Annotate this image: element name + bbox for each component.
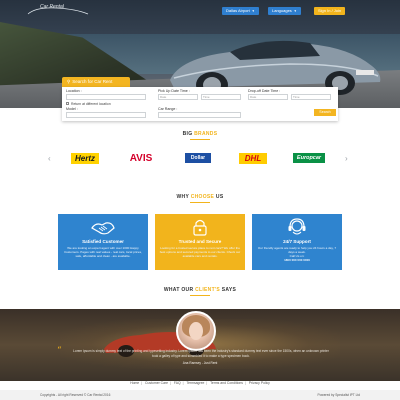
why-title-support: 24/7 Support: [283, 239, 311, 244]
brands-heading-accent: BRANDS: [194, 131, 218, 137]
why-desc-support: Our friendly agents are ready to help yo…: [256, 246, 338, 262]
handshake-icon: [91, 222, 115, 235]
dropoff-date-field[interactable]: Date: [248, 94, 288, 100]
search-tab: ⚲ Search for Car Rent: [62, 77, 130, 87]
testimonial-heading-end: SAYS: [221, 287, 237, 293]
brand-name-dollar: Dollar: [184, 153, 212, 163]
footer-link-terms[interactable]: Terms and Conditions: [210, 381, 243, 385]
why-desc-satisfied: We are looking an expert agent with over…: [64, 246, 142, 258]
car-range-select[interactable]: [158, 112, 241, 118]
language-dropdown-button[interactable]: Languages ▼: [268, 7, 301, 15]
footer-sep: |: [206, 381, 208, 385]
testimonial-author: Ana Ramsey - Just Rent: [182, 361, 218, 365]
brands-next-arrow[interactable]: ›: [345, 154, 348, 163]
lock-icon: [193, 219, 207, 236]
why-heading: WHY CHOOSE US: [0, 194, 400, 200]
footer-sep: |: [244, 381, 246, 385]
dropoff-time-field[interactable]: Time: [291, 94, 331, 100]
brand-name-europcar: Europcar: [292, 153, 326, 163]
search-icon: ⚲: [67, 79, 71, 84]
quote-icon: “: [57, 346, 62, 356]
brand-name-dhl: DHL: [238, 152, 268, 164]
return-different-checkbox[interactable]: [66, 102, 69, 105]
why-heading-plain: WHY: [176, 194, 190, 200]
footer-sep: |: [170, 381, 171, 385]
brand-name-avis: AVIS: [129, 152, 153, 164]
headset-icon: [288, 218, 306, 235]
chevron-down-icon: ▼: [293, 9, 297, 13]
footer-link-termsagree[interactable]: Termsagree: [186, 381, 204, 385]
airport-dropdown-button[interactable]: Dallas Airport ▼: [222, 7, 259, 15]
brands-heading: BIG BRANDS: [0, 131, 400, 137]
search-button[interactable]: Search: [314, 109, 336, 116]
testimonial-heading: WHAT OUR CLIENT'S SAYS: [0, 287, 400, 293]
avatar-face: [189, 322, 203, 340]
testimonial-avatar: [176, 311, 216, 351]
location-field[interactable]: [66, 94, 146, 100]
support-phone-number[interactable]: 1800 000 000 0000: [256, 258, 338, 262]
testimonial-heading-accent: CLIENT'S: [195, 287, 221, 293]
signin-button[interactable]: Sign In / Join: [314, 7, 346, 15]
model-label: Model :: [66, 107, 78, 111]
brand-name-hertz: Hertz: [70, 152, 99, 164]
brands-heading-plain: BIG: [182, 131, 193, 137]
footer-link-customer-care[interactable]: Customer Care: [145, 381, 168, 385]
why-heading-underline: [190, 202, 210, 203]
footer-link-home[interactable]: Home: [130, 381, 139, 385]
support-desc-text: Our friendly agents are ready to help yo…: [257, 246, 337, 254]
language-label: Languages: [272, 8, 292, 13]
testimonial-heading-plain: WHAT OUR: [163, 287, 194, 293]
brand-logo-dollar[interactable]: Dollar: [175, 151, 221, 165]
pickup-date-field[interactable]: Date: [158, 94, 198, 100]
testimonial-quote: Lorem ipsum is simply dummy text of the …: [73, 349, 329, 358]
brand-logo-europcar[interactable]: Europcar: [286, 151, 332, 165]
footer-copyright: Copyrights - All right Reserved © Car Re…: [40, 393, 111, 397]
pickup-time-field[interactable]: Time: [201, 94, 241, 100]
footer-powered-by: Powered by Specialist IPT Ltd: [317, 393, 360, 397]
footer-link-privacy[interactable]: Privacy Policy: [249, 381, 270, 385]
brands-prev-arrow[interactable]: ‹: [48, 154, 51, 163]
footer-bar: Copyrights - All right Reserved © Car Re…: [0, 390, 400, 400]
testimonial-heading-underline: [190, 295, 210, 296]
brand-logo-hertz[interactable]: Hertz: [62, 151, 108, 165]
why-title-trusted: Trusted and Secure: [178, 239, 222, 244]
airport-label: Dallas Airport: [226, 8, 250, 13]
chevron-down-icon: ▼: [251, 9, 255, 13]
brands-heading-underline: [190, 139, 210, 140]
car-range-label: Car Range :: [158, 107, 178, 111]
search-tab-label: Search for Car Rent: [72, 79, 113, 84]
why-title-satisfied: Satisfied Customer: [82, 239, 124, 244]
brand-logo-dhl[interactable]: DHL: [230, 151, 276, 165]
why-box-support: 24/7 Support Our friendly agents are rea…: [252, 214, 342, 270]
model-select[interactable]: [66, 112, 146, 118]
return-different-label: Return at different location: [71, 101, 111, 106]
dropoff-label: Drop-off Date Time :: [248, 89, 281, 93]
location-label: Location :: [66, 89, 82, 93]
footer-sep: |: [141, 381, 143, 385]
brand-logo-avis[interactable]: AVIS: [118, 151, 164, 165]
footer-links: Home | Customer Care | FAQ | Termsagree | Te…: [0, 381, 400, 385]
footer-link-faq[interactable]: FAQ: [174, 381, 181, 385]
search-panel: Location : Pick Up Date Time : Date Time…: [62, 87, 338, 121]
pickup-label: Pick Up Date Time :: [158, 89, 190, 93]
why-heading-end: US: [215, 194, 224, 200]
footer-sep: |: [182, 381, 184, 385]
why-box-trusted: Trusted and Secure Looking for a trusted…: [155, 214, 245, 270]
why-heading-accent: CHOOSE: [190, 194, 215, 200]
why-box-satisfied: Satisfied Customer We are looking an exp…: [58, 214, 148, 270]
logo-text[interactable]: Car Rental: [40, 4, 64, 10]
why-desc-trusted: Looking for a trusted secure place to re…: [159, 246, 241, 258]
